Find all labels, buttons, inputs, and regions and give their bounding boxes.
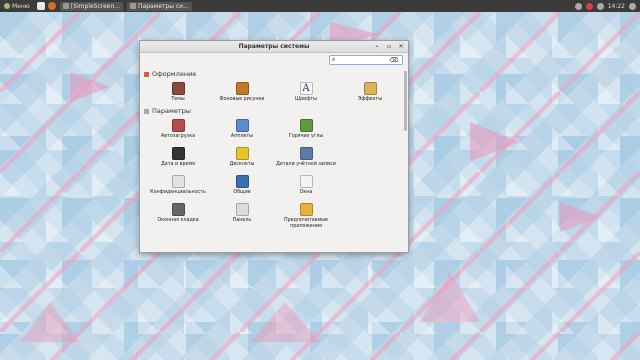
preferred-apps-icon [299, 203, 313, 216]
wallpaper-shape [470, 122, 520, 162]
system-settings-window: Параметры системы – ▫ ✕ ⌕ ⌫ Оформление Т… [139, 40, 409, 253]
item-label: Темы [171, 97, 185, 102]
menu-icon [4, 3, 10, 9]
settings-item-hot-corners[interactable]: Горячие углы [274, 116, 338, 140]
taskbar-button-settings[interactable]: Параметры си... [127, 1, 192, 11]
settings-item-backgrounds[interactable]: Фоновые рисунки [210, 79, 274, 103]
screenshot-app-icon [62, 3, 69, 9]
settings-item-applets[interactable]: Апплеты [210, 116, 274, 140]
clear-search-icon[interactable]: ⌫ [389, 57, 397, 64]
wallpaper-shape [20, 302, 80, 342]
preferences-section-icon [144, 108, 149, 114]
desklets-icon [235, 147, 249, 160]
browser-launcher-icon[interactable] [47, 2, 56, 10]
update-notification-icon[interactable] [585, 2, 593, 10]
minimize-icon[interactable]: – [373, 42, 381, 50]
item-label: Панель [232, 218, 252, 223]
general-icon [235, 175, 249, 188]
wallpaper-shape [420, 272, 480, 322]
search-field[interactable]: ⌕ ⌫ [329, 55, 403, 65]
item-label: Детали учётной записи [276, 162, 336, 167]
appearance-grid: Темы Фоновые рисунки A Шрифты Эффекты [144, 79, 404, 103]
themes-icon [171, 82, 185, 95]
item-label: Общие [233, 190, 251, 195]
section-title: Оформление [152, 70, 197, 78]
wallpaper-shape [70, 72, 110, 102]
search-input[interactable] [337, 56, 388, 64]
main-menu-button[interactable]: Меню [0, 0, 34, 12]
settings-item-date-time[interactable]: Дата и время [146, 144, 210, 168]
item-label: Апплеты [230, 134, 254, 139]
privacy-icon [171, 175, 185, 188]
network-icon[interactable] [574, 2, 582, 10]
main-menu-label: Меню [12, 2, 30, 10]
backgrounds-icon [235, 82, 249, 95]
date-time-icon [171, 147, 185, 160]
preferences-grid: Автозагрузка Апплеты Горячие углы Дата и… [144, 116, 404, 230]
settings-app-icon [130, 3, 137, 9]
settings-item-desklets[interactable]: Десклеты [210, 144, 274, 168]
section-header-preferences: Параметры [144, 106, 404, 116]
item-label: Десклеты [229, 162, 255, 167]
section-title: Параметры [152, 107, 191, 115]
show-desktop-icon[interactable] [629, 2, 636, 10]
clock[interactable]: 14:22 [608, 3, 625, 10]
item-label: Горячие углы [288, 134, 324, 139]
window-title: Параметры системы [238, 43, 310, 50]
scrollbar[interactable] [404, 71, 407, 131]
appearance-section-icon [144, 71, 149, 77]
taskbar-button-screenshot[interactable]: [SimpleScreen... [59, 1, 124, 11]
settings-item-privacy[interactable]: Конфиденциальность [146, 172, 210, 196]
applets-icon [235, 119, 249, 132]
system-tray: 14:22 [574, 2, 640, 10]
item-label: Автозагрузка [160, 134, 196, 139]
item-label: Предпочитаемые приложения [284, 218, 328, 229]
taskbar-button-label: [SimpleScreen... [70, 2, 121, 10]
settings-item-account[interactable]: Детали учётной записи [274, 144, 338, 168]
fonts-icon: A [299, 82, 313, 95]
item-label: Шрифты [295, 97, 317, 102]
effects-icon [363, 82, 377, 95]
wallpaper-shape [250, 302, 320, 342]
section-header-appearance: Оформление [144, 69, 404, 79]
settings-item-themes[interactable]: Темы [146, 79, 210, 103]
item-label: Окна [299, 190, 313, 195]
settings-item-preferred-apps[interactable]: Предпочитаемые приложения [274, 200, 338, 230]
wallpaper-shape [560, 202, 600, 232]
settings-item-startup[interactable]: Автозагрузка [146, 116, 210, 140]
item-label: Фоновые рисунки [219, 97, 265, 102]
volume-icon[interactable] [596, 2, 604, 10]
settings-content: Оформление Темы Фоновые рисунки A Шрифты… [140, 69, 408, 252]
settings-item-general[interactable]: Общие [210, 172, 274, 196]
settings-item-windows[interactable]: Окна [274, 172, 338, 196]
search-icon: ⌕ [332, 56, 336, 63]
windows-icon [299, 175, 313, 188]
settings-item-panel[interactable]: Панель [210, 200, 274, 230]
tiling-icon [171, 203, 185, 216]
panel-icon [235, 203, 249, 216]
maximize-icon[interactable]: ▫ [385, 42, 393, 50]
item-label: Эффекты [358, 97, 382, 102]
top-panel: Меню [SimpleScreen... Параметры си... 14… [0, 0, 640, 12]
account-icon [299, 147, 313, 160]
settings-item-tiling[interactable]: Оконная кладка [146, 200, 210, 230]
window-titlebar[interactable]: Параметры системы – ▫ ✕ [140, 41, 408, 53]
settings-item-effects[interactable]: Эффекты [338, 79, 402, 103]
settings-item-fonts[interactable]: A Шрифты [274, 79, 338, 103]
item-label: Конфиденциальность [150, 190, 206, 195]
close-icon[interactable]: ✕ [397, 42, 405, 50]
startup-icon [171, 119, 185, 132]
file-manager-launcher-icon[interactable] [36, 2, 45, 10]
hot-corners-icon [299, 119, 313, 132]
taskbar-button-label: Параметры си... [138, 2, 189, 10]
item-label: Дата и время [161, 162, 195, 167]
item-label: Оконная кладка [157, 218, 199, 223]
